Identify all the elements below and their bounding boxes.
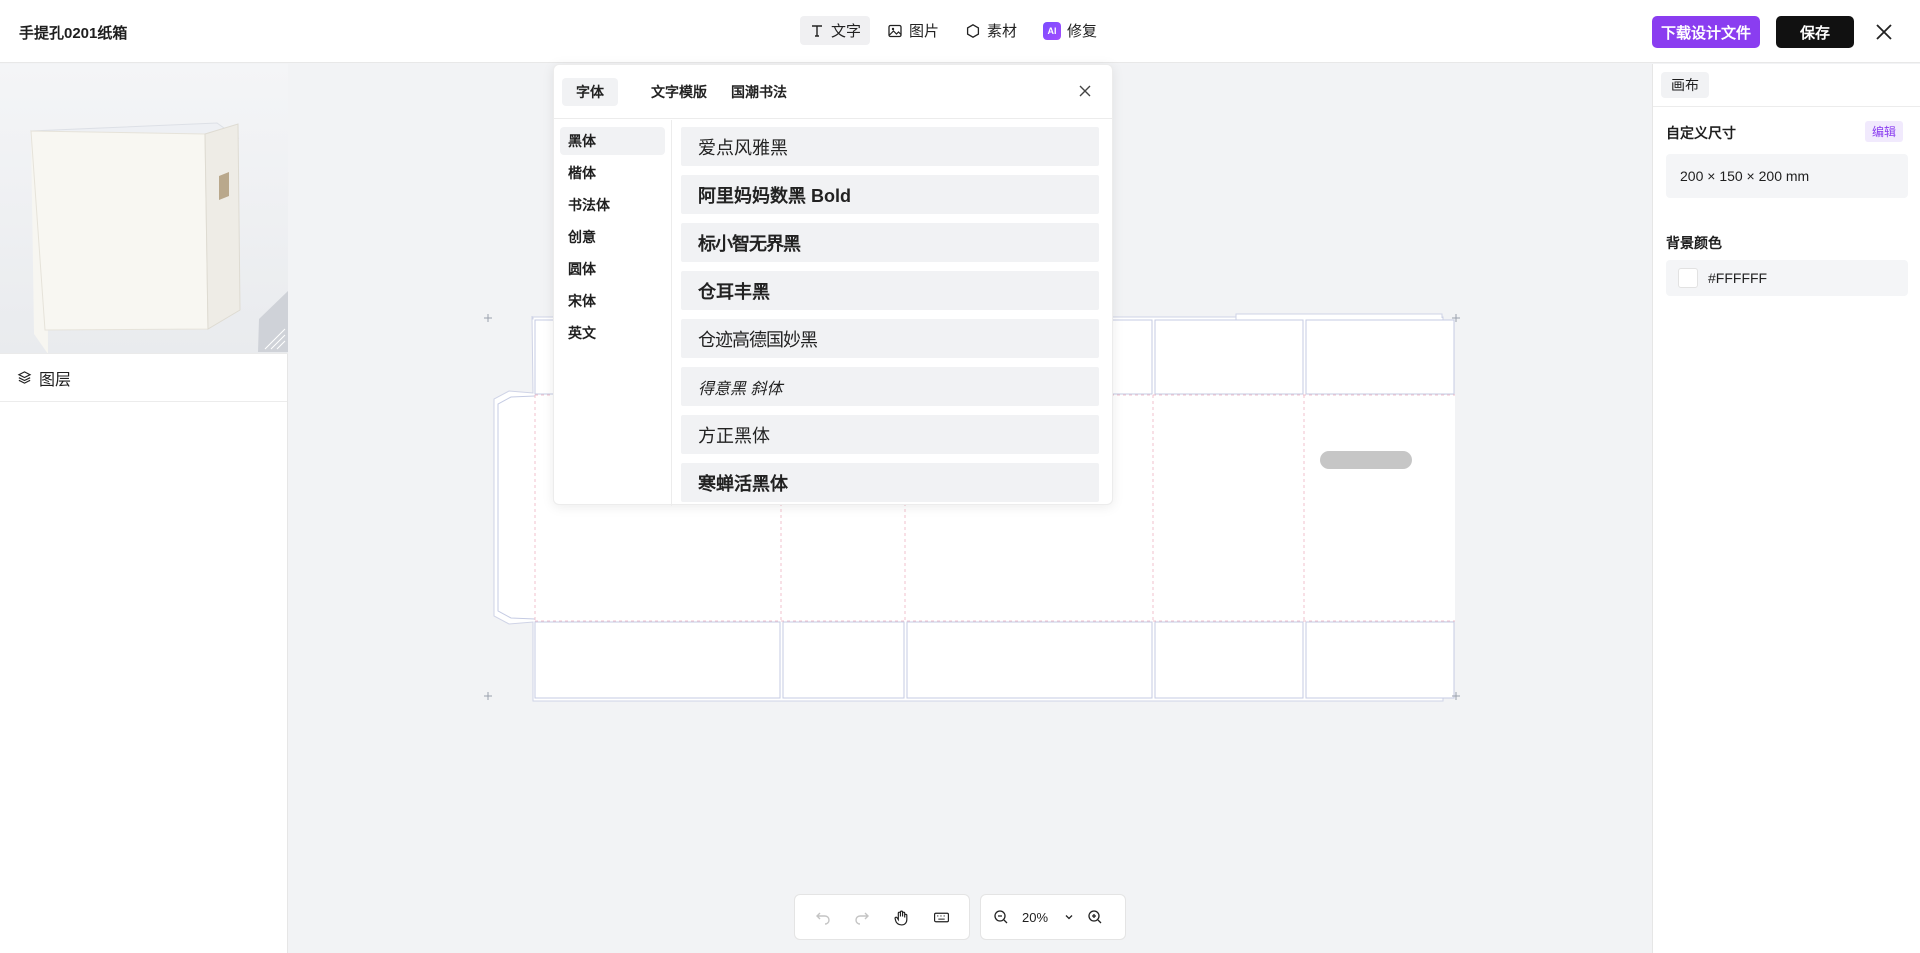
toolbar: 文字 图片 素材 AI 修复: [800, 16, 1106, 45]
close-icon[interactable]: [1872, 20, 1896, 44]
zoom-out-icon: [994, 910, 1008, 924]
tab-canvas[interactable]: 画布: [1661, 72, 1709, 98]
font-item[interactable]: 仓迹高德国妙黑: [681, 319, 1099, 358]
ai-icon: AI: [1043, 21, 1062, 40]
hand-tool-button[interactable]: [892, 907, 912, 927]
zoom-controls: 20%: [980, 894, 1126, 940]
document-title: 手提孔0201纸箱: [19, 25, 128, 42]
top-bar: 手提孔0201纸箱 文字 图片 素材 AI 修复 下载设计文件 保存: [0, 0, 1920, 63]
color-swatch[interactable]: [1678, 268, 1698, 288]
tool-image[interactable]: 图片: [878, 16, 948, 45]
layers-header[interactable]: 图层: [0, 354, 287, 402]
font-panel-tabs: 字体 文字模版 国潮书法: [554, 65, 1112, 119]
tool-text[interactable]: 文字: [800, 16, 871, 45]
font-list: 爱点风雅黑 阿里妈妈数黑 Bold 标小智无界黑 仓耳丰黑 仓迹高德国妙黑 得意…: [681, 127, 1099, 511]
font-item[interactable]: 方正黑体: [681, 415, 1099, 454]
close-icon[interactable]: [1076, 82, 1094, 100]
size-value: 200 × 150 × 200 mm: [1680, 168, 1810, 184]
chevron-down-icon: [1065, 915, 1073, 920]
tool-image-label: 图片: [909, 23, 940, 40]
hexagon-icon: [966, 23, 980, 38]
box-3d-illustration: [29, 122, 288, 353]
font-category-item[interactable]: 楷体: [560, 159, 665, 187]
font-item[interactable]: 得意黑 斜体: [681, 367, 1099, 406]
font-category-item[interactable]: 圆体: [560, 255, 665, 283]
layers-icon: [17, 371, 32, 384]
font-item[interactable]: 标小智无界黑: [681, 223, 1099, 262]
zoom-in-button[interactable]: [1085, 907, 1105, 927]
background-color-value: #FFFFFF: [1708, 270, 1768, 286]
save-button[interactable]: 保存: [1776, 16, 1854, 48]
font-category-item[interactable]: 书法体: [560, 191, 665, 219]
font-category-item[interactable]: 英文: [560, 319, 665, 347]
font-item[interactable]: 仓耳丰黑: [681, 271, 1099, 310]
zoom-level[interactable]: 20%: [1017, 910, 1053, 925]
3d-box-preview[interactable]: [0, 64, 288, 354]
right-panel: 画布 自定义尺寸 编辑 200 × 150 × 200 mm 背景颜色 #FFF…: [1652, 64, 1920, 953]
font-category-item[interactable]: 黑体: [560, 127, 665, 155]
redo-icon: [855, 912, 870, 925]
zoom-in-icon: [1088, 910, 1102, 924]
keyboard-shortcuts-button[interactable]: [931, 907, 951, 927]
history-controls: [794, 894, 970, 940]
zoom-out-button[interactable]: [991, 907, 1011, 927]
tool-text-label: 文字: [831, 23, 862, 40]
background-color-label: 背景颜色: [1666, 235, 1722, 251]
tool-material[interactable]: 素材: [956, 16, 1026, 45]
tab-fonts[interactable]: 字体: [562, 78, 618, 106]
tool-ai-repair[interactable]: AI 修复: [1034, 16, 1106, 45]
edit-size-button[interactable]: 编辑: [1865, 121, 1904, 142]
font-item[interactable]: 阿里妈妈数黑 Bold: [681, 175, 1099, 214]
download-design-button[interactable]: 下载设计文件: [1652, 16, 1760, 48]
font-category-list: 黑体 楷体 书法体 创意 圆体 宋体 英文: [554, 120, 672, 506]
size-field[interactable]: 200 × 150 × 200 mm: [1666, 154, 1908, 198]
text-icon: [812, 24, 822, 37]
font-item[interactable]: 爱点风雅黑: [681, 127, 1099, 166]
zoom-dropdown[interactable]: [1059, 907, 1079, 927]
tab-calligraphy[interactable]: 国潮书法: [717, 78, 801, 106]
tool-ai-repair-label: 修复: [1067, 23, 1098, 40]
tool-material-label: 素材: [987, 23, 1018, 40]
layers-label: 图层: [39, 371, 72, 389]
undo-button[interactable]: [813, 907, 833, 927]
custom-size-label: 自定义尺寸: [1666, 125, 1736, 141]
image-icon: [888, 24, 902, 37]
background-color-field[interactable]: #FFFFFF: [1666, 260, 1908, 296]
redo-button[interactable]: [852, 907, 872, 927]
font-item[interactable]: 寒蝉活黑体: [681, 463, 1099, 502]
hand-icon: [894, 910, 908, 926]
left-panel: 图层: [0, 64, 288, 953]
keyboard-icon: [933, 912, 949, 922]
font-panel: 字体 文字模版 国潮书法 黑体 楷体 书法体 创意 圆体 宋体 英文 爱点风雅黑…: [553, 64, 1113, 506]
divider: [1653, 106, 1920, 107]
font-category-item[interactable]: 创意: [560, 223, 665, 251]
undo-icon: [815, 912, 830, 925]
font-category-item[interactable]: 宋体: [560, 287, 665, 315]
tab-text-templates[interactable]: 文字模版: [637, 78, 721, 106]
